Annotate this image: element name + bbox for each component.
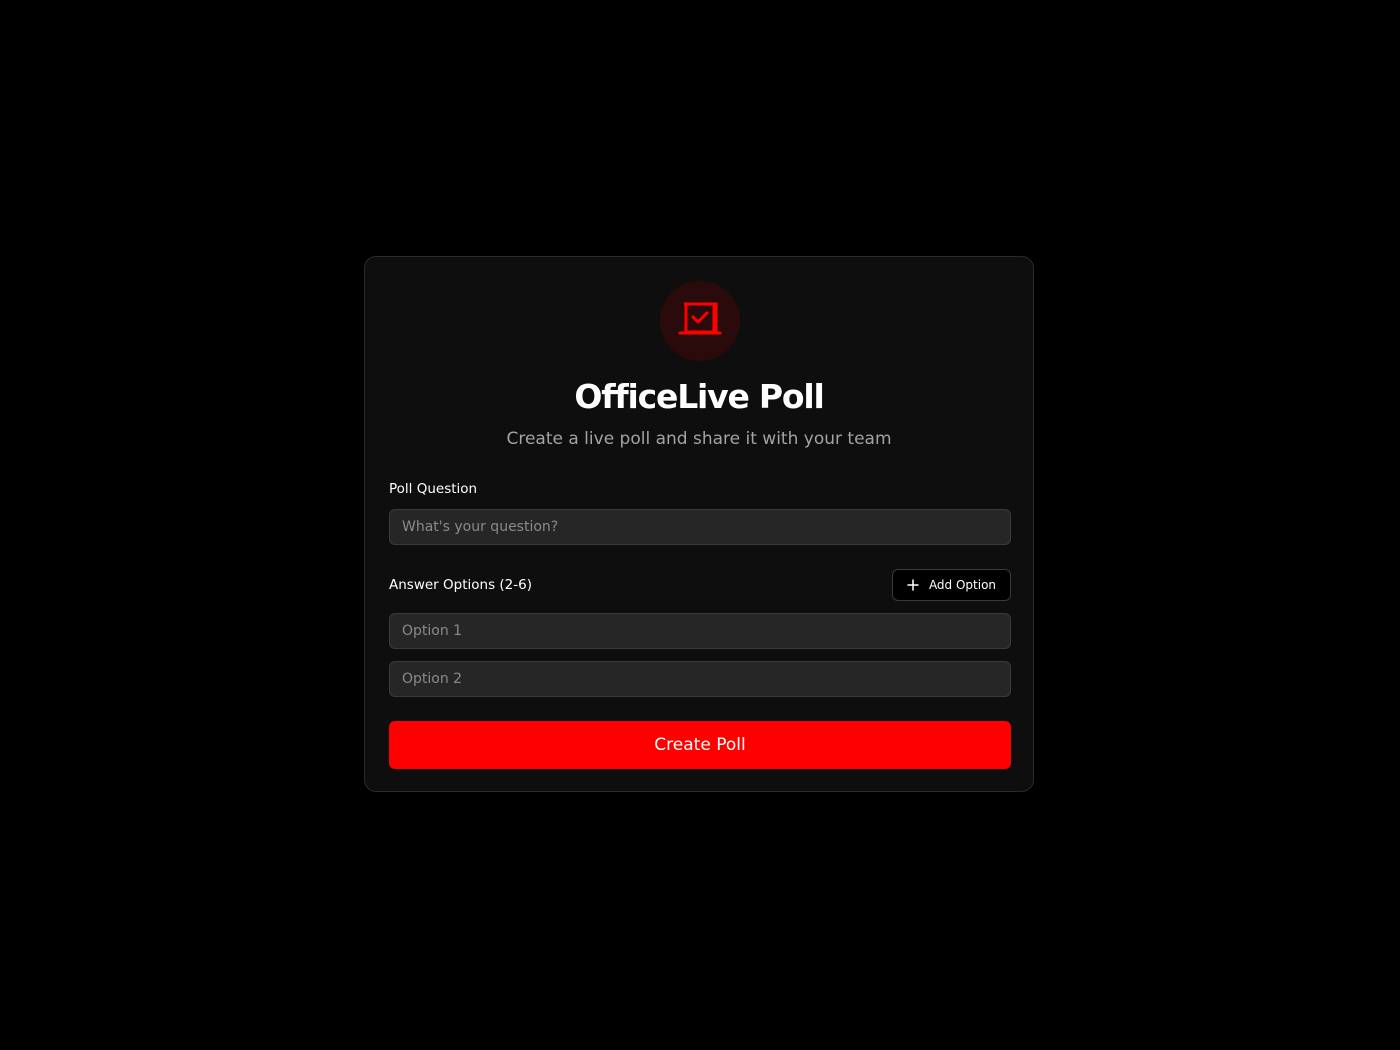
vote-box-check-icon: [678, 301, 722, 341]
poll-question-input[interactable]: [389, 509, 1011, 545]
poll-question-label: Poll Question: [389, 481, 478, 497]
app-title: OfficeLive Poll: [574, 377, 824, 416]
create-poll-button[interactable]: Create Poll: [389, 721, 1011, 769]
add-option-label: Add Option: [928, 578, 997, 592]
answer-options-label: Answer Options (2-6): [389, 577, 532, 593]
create-poll-card: OfficeLive Poll Create a live poll and s…: [364, 256, 1034, 792]
option-1-input[interactable]: [389, 613, 1011, 649]
add-option-button[interactable]: Add Option: [892, 569, 1011, 601]
app-subtitle: Create a live poll and share it with you…: [506, 429, 892, 449]
plus-icon: [907, 579, 919, 591]
logo-badge: [660, 281, 740, 361]
option-2-input[interactable]: [389, 661, 1011, 697]
